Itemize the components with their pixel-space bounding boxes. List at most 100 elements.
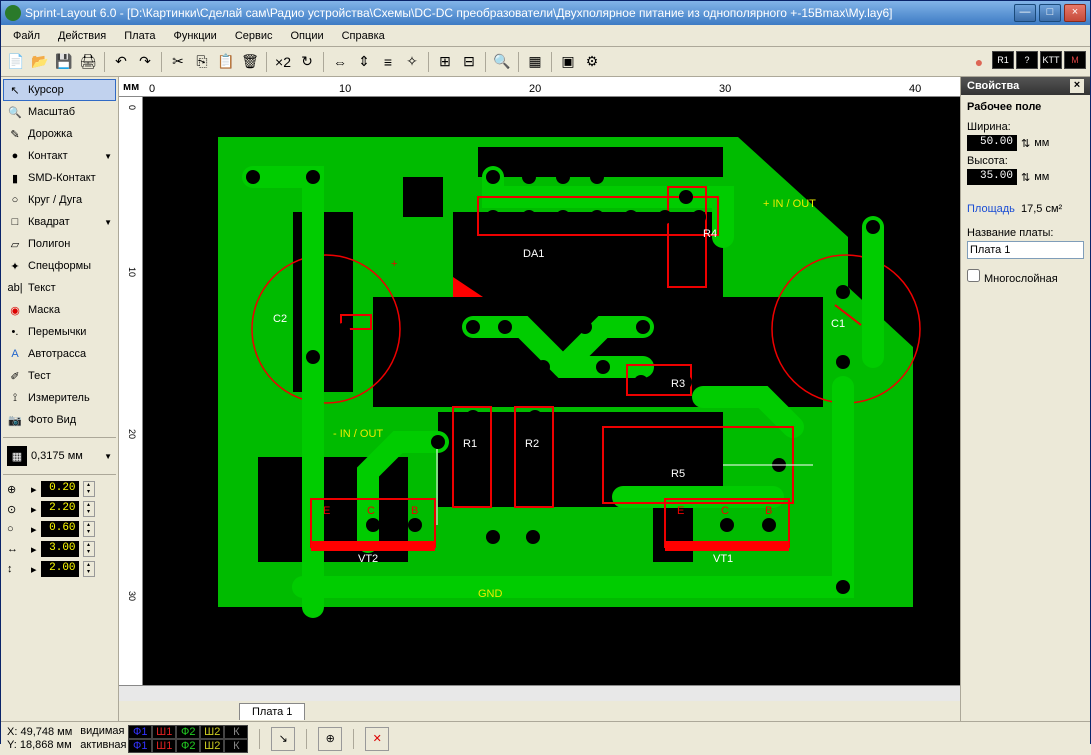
param-control[interactable]: ⊕▸0.20▴▾	[1, 479, 118, 499]
rotate-button[interactable]: ↻	[296, 51, 318, 73]
svg-text:VT2: VT2	[358, 553, 378, 565]
svg-text:- IN / OUT: - IN / OUT	[333, 428, 383, 440]
props-section: Рабочее поле	[967, 101, 1084, 113]
tool-panel: ↖Курсор🔍Масштаб✎Дорожка●Контакт▼▮SMD-Кон…	[1, 77, 119, 721]
status-btn-2[interactable]: ⊕	[318, 727, 342, 751]
r1-button[interactable]: R1	[992, 51, 1014, 69]
svg-text:+: +	[391, 258, 397, 270]
save-button[interactable]: 💾	[53, 51, 75, 73]
tool-маска[interactable]: ◉Маска	[3, 299, 116, 321]
svg-text:DA1: DA1	[523, 248, 544, 260]
tool-автотрасса[interactable]: AАвтотрасса	[3, 343, 116, 365]
maximize-button[interactable]: □	[1039, 4, 1061, 22]
svg-text:R5: R5	[671, 468, 685, 480]
layer-Ш1[interactable]: Ш1	[152, 725, 176, 739]
svg-text:R4: R4	[703, 228, 717, 240]
open-button[interactable]: 📂	[29, 51, 51, 73]
layer-Ф1[interactable]: Ф1	[128, 725, 152, 739]
info-button[interactable]: ●	[968, 51, 990, 73]
multilayer-checkbox[interactable]	[967, 269, 980, 282]
delete-button[interactable]: 🗑	[239, 51, 261, 73]
help-button[interactable]: ?	[1016, 51, 1038, 69]
app-icon	[5, 5, 21, 21]
minimize-button[interactable]: —	[1014, 4, 1036, 22]
layers-button[interactable]: ▦	[524, 51, 546, 73]
horizontal-ruler: мм 0 10 20 30 40	[119, 77, 960, 97]
redo-button[interactable]: ↷	[134, 51, 156, 73]
tool-квадрат[interactable]: □Квадрат▼	[3, 211, 116, 233]
menu-options[interactable]: Опции	[283, 27, 332, 45]
mirror-v-button[interactable]: ⇕	[353, 51, 375, 73]
menu-help[interactable]: Справка	[334, 27, 393, 45]
menu-file[interactable]: Файл	[5, 27, 48, 45]
svg-text:GND: GND	[478, 588, 503, 600]
close-button[interactable]: ×	[1064, 4, 1086, 22]
tool-дорожка[interactable]: ✎Дорожка	[3, 123, 116, 145]
layer-Ш2[interactable]: Ш2	[200, 725, 224, 739]
width-input[interactable]: 50.00	[967, 135, 1017, 151]
x2-button[interactable]: ×2	[272, 51, 294, 73]
menu-actions[interactable]: Действия	[50, 27, 114, 45]
menu-service[interactable]: Сервис	[227, 27, 281, 45]
tool-курсор[interactable]: ↖Курсор	[3, 79, 116, 101]
settings-button[interactable]: ⚙	[581, 51, 603, 73]
layer-Ф2[interactable]: Ф2	[176, 725, 200, 739]
svg-text:R3: R3	[671, 378, 685, 390]
area-link[interactable]: Площадь	[967, 203, 1015, 215]
tool-измеритель[interactable]: ⟟Измеритель	[3, 387, 116, 409]
paste-button[interactable]: 📋	[215, 51, 237, 73]
align-button[interactable]: ≡	[377, 51, 399, 73]
menu-functions[interactable]: Функции	[165, 27, 224, 45]
layer-Ф2[interactable]: Ф2	[176, 739, 200, 753]
tool-полигон[interactable]: ▱Полигон	[3, 233, 116, 255]
menu-board[interactable]: Плата	[116, 27, 163, 45]
pcb-canvas[interactable]: DA1R4R3R1R2R5C2C1VT2VT1GND+ IN / OUT- IN…	[143, 97, 960, 685]
undo-button[interactable]: ↶	[110, 51, 132, 73]
ungroup-button[interactable]: ⊟	[458, 51, 480, 73]
group-button[interactable]: ⊞	[434, 51, 456, 73]
param-control[interactable]: ↔▸3.00▴▾	[1, 539, 118, 559]
snap-button[interactable]: ✧	[401, 51, 423, 73]
status-btn-3[interactable]: ✕	[365, 727, 389, 751]
ktt-button[interactable]: KTT	[1040, 51, 1062, 69]
height-input[interactable]: 35.00	[967, 169, 1017, 185]
horizontal-scrollbar[interactable]	[119, 685, 960, 701]
print-button[interactable]: 🖨	[77, 51, 99, 73]
svg-text:C1: C1	[831, 318, 845, 330]
param-control[interactable]: ⊙▸2.20▴▾	[1, 499, 118, 519]
param-control[interactable]: ↕▸2.00▴▾	[1, 559, 118, 579]
menu-bar: Файл Действия Плата Функции Сервис Опции…	[1, 25, 1090, 47]
board-tab[interactable]: Плата 1	[239, 703, 305, 720]
tool-спецформы[interactable]: ✦Спецформы	[3, 255, 116, 277]
tool-фото-вид[interactable]: 📷Фото Вид	[3, 409, 116, 431]
tool-перемычки[interactable]: •.Перемычки	[3, 321, 116, 343]
zoom-button[interactable]: 🔍	[491, 51, 513, 73]
mirror-h-button[interactable]: ⇔	[329, 51, 351, 73]
layer-Ф1[interactable]: Ф1	[128, 739, 152, 753]
status-btn-1[interactable]: ↘	[271, 727, 295, 751]
svg-text:C2: C2	[273, 313, 287, 325]
copy-button[interactable]: ⎘	[191, 51, 213, 73]
svg-text:VT1: VT1	[713, 553, 733, 565]
layer-Ш2[interactable]: Ш2	[200, 739, 224, 753]
layer-К[interactable]: К	[224, 739, 248, 753]
layer-Ш1[interactable]: Ш1	[152, 739, 176, 753]
new-button[interactable]: 📄	[5, 51, 27, 73]
vertical-ruler: 0 10 20 30	[119, 97, 143, 685]
tool-контакт[interactable]: ●Контакт▼	[3, 145, 116, 167]
layer-К[interactable]: К	[224, 725, 248, 739]
close-props-button[interactable]: ×	[1070, 79, 1084, 93]
window-title: Sprint-Layout 6.0 - [D:\Картинки\Сделай …	[25, 6, 1014, 20]
tool-круг-дуга[interactable]: ○Круг / Дуга	[3, 189, 116, 211]
tool-тест[interactable]: ✐Тест	[3, 365, 116, 387]
grid-control[interactable]: ▦ 0,3175 мм ▼	[1, 442, 118, 470]
svg-text:+ IN / OUT: + IN / OUT	[763, 198, 816, 210]
macros-button[interactable]: ▣	[557, 51, 579, 73]
param-control[interactable]: ○▸0.60▴▾	[1, 519, 118, 539]
cut-button[interactable]: ✂	[167, 51, 189, 73]
m-button[interactable]: M	[1064, 51, 1086, 69]
tool-smd-контакт[interactable]: ▮SMD-Контакт	[3, 167, 116, 189]
board-name-input[interactable]	[967, 241, 1084, 259]
tool-текст[interactable]: ab|Текст	[3, 277, 116, 299]
tool-масштаб[interactable]: 🔍Масштаб	[3, 101, 116, 123]
